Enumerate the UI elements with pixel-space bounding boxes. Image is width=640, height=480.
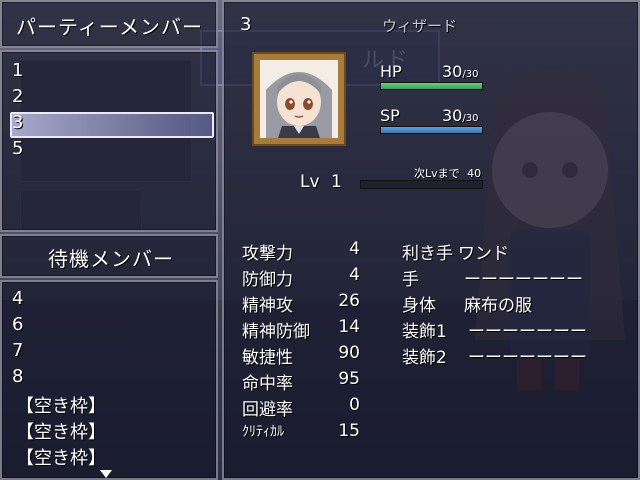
party-member-item[interactable]: 2 bbox=[12, 86, 23, 107]
next-level-label: 次Lvまで 40 bbox=[414, 165, 481, 181]
sp-gauge-fill bbox=[381, 127, 482, 133]
reserve-member-item[interactable]: 6 bbox=[12, 314, 23, 335]
stat-value: 4 bbox=[349, 239, 360, 259]
stat-value: 15 bbox=[338, 421, 360, 441]
reserve-member-item[interactable]: 【空き枠】 bbox=[16, 444, 106, 470]
hp-gauge-fill bbox=[381, 83, 482, 89]
stat-value: 0 bbox=[349, 395, 360, 415]
stat-label: 敏捷性 bbox=[242, 348, 293, 368]
stat-value: 90 bbox=[338, 343, 360, 363]
sp-value: 30/30 bbox=[442, 106, 478, 125]
level-label: Lv 1 bbox=[300, 172, 342, 192]
hp-max: /30 bbox=[462, 69, 479, 80]
party-title: パーティーメンバー bbox=[16, 15, 203, 39]
equip-item-name: ワンド bbox=[458, 244, 509, 264]
equip-slot-label: 身体 bbox=[402, 296, 436, 316]
equip-slot-label: 装飾1 bbox=[402, 322, 447, 342]
reserve-member-item[interactable]: 8 bbox=[12, 366, 23, 387]
character-portrait bbox=[252, 52, 346, 146]
reserve-member-item[interactable]: 4 bbox=[12, 288, 23, 309]
exp-gauge bbox=[360, 180, 483, 189]
next-level-value: 40 bbox=[467, 167, 482, 180]
level-value: 1 bbox=[330, 172, 342, 192]
stat-label: 命中率 bbox=[242, 374, 293, 394]
next-level-text: 次Lvまで bbox=[414, 167, 460, 180]
stat-label: 精神防御 bbox=[242, 322, 310, 342]
reserve-member-item[interactable]: 7 bbox=[12, 340, 23, 361]
hp-gauge bbox=[380, 82, 483, 90]
stat-label: ｸﾘﾃｨｶﾙ bbox=[242, 424, 284, 440]
stat-label: 回避率 bbox=[242, 400, 293, 420]
reserve-title: 待機メンバー bbox=[48, 247, 174, 271]
level-prefix: Lv bbox=[300, 172, 320, 192]
equip-item-name: ーーーーーーー bbox=[468, 322, 587, 342]
equip-item-name: ーーーーーーー bbox=[468, 348, 587, 368]
equip-item-name: 麻布の服 bbox=[464, 296, 532, 316]
portrait-image bbox=[260, 60, 338, 138]
party-member-item[interactable]: 3 bbox=[12, 112, 23, 133]
sp-label: SP bbox=[380, 106, 400, 125]
character-name: 3 bbox=[240, 14, 252, 35]
sp-gauge bbox=[380, 126, 483, 134]
party-member-item[interactable]: 5 bbox=[12, 138, 23, 159]
character-class: ウィザード bbox=[382, 17, 458, 35]
scroll-down-arrow-icon[interactable] bbox=[100, 470, 112, 478]
reserve-member-item[interactable]: 【空き枠】 bbox=[16, 418, 106, 444]
stat-label: 精神攻 bbox=[242, 296, 293, 316]
stat-label: 攻撃力 bbox=[242, 244, 293, 264]
stat-value: 26 bbox=[338, 291, 360, 311]
reserve-title-window: 待機メンバー bbox=[0, 234, 218, 278]
equip-slot-label: 手 bbox=[402, 270, 419, 290]
sp-max: /30 bbox=[462, 113, 479, 124]
reserve-member-item[interactable]: 【空き枠】 bbox=[16, 392, 106, 418]
stat-value: 95 bbox=[338, 369, 360, 389]
stat-value: 14 bbox=[338, 317, 360, 337]
equip-slot-label: 利き手 bbox=[402, 244, 453, 264]
equip-slot-label: 装飾2 bbox=[402, 348, 447, 368]
hp-label: HP bbox=[380, 62, 402, 81]
equip-item-name: ーーーーーーー bbox=[464, 270, 583, 290]
sp-current: 30 bbox=[442, 106, 463, 125]
reserve-list-window: 4 6 7 8 【空き枠】 【空き枠】 【空き枠】 bbox=[0, 280, 218, 480]
portrait-face-icon bbox=[266, 72, 332, 138]
hp-value: 30/30 bbox=[442, 62, 478, 81]
selection-cursor bbox=[10, 112, 214, 138]
stat-label: 防御力 bbox=[242, 270, 293, 290]
party-title-window: パーティーメンバー bbox=[0, 0, 218, 48]
stat-value: 4 bbox=[349, 265, 360, 285]
party-list-window: 1 2 3 5 bbox=[0, 50, 218, 232]
party-member-item[interactable]: 1 bbox=[12, 60, 23, 81]
hp-current: 30 bbox=[442, 62, 463, 81]
